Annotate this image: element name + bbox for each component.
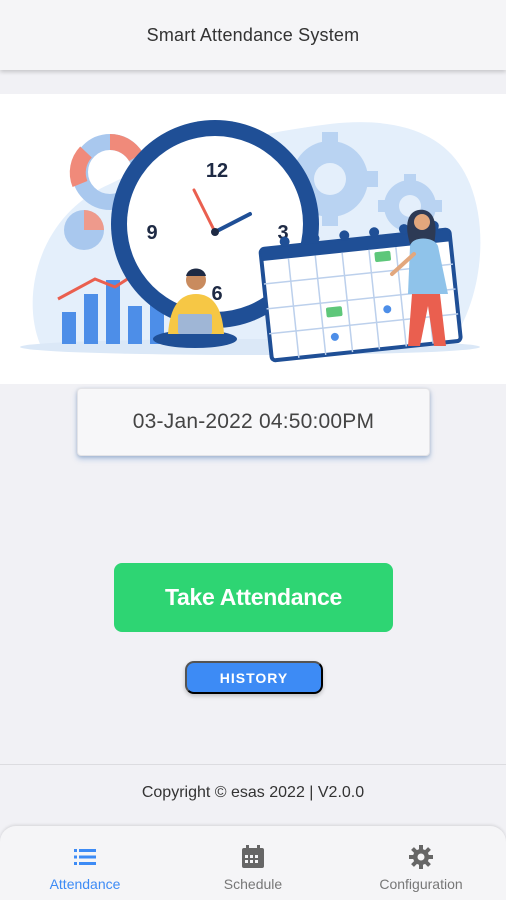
calendar-icon [240, 844, 266, 870]
nav-label-configuration: Configuration [379, 876, 463, 892]
nav-label-attendance: Attendance [49, 876, 121, 892]
app-bar: Smart Attendance System [0, 0, 506, 70]
nav-item-schedule[interactable]: Schedule [193, 826, 313, 900]
footer-divider [0, 764, 506, 765]
nav-item-configuration[interactable]: Configuration [361, 826, 481, 900]
app-title: Smart Attendance System [146, 24, 360, 45]
take-attendance-button[interactable]: Take Attendance [114, 563, 393, 632]
nav-item-attendance[interactable]: Attendance [25, 826, 145, 900]
history-button[interactable]: HISTORY [185, 661, 323, 694]
clock-number-12: 12 [206, 160, 228, 182]
hero-illustration: 12 3 6 9 [0, 94, 506, 384]
gear-icon [408, 844, 434, 870]
clock-number-9: 9 [146, 222, 157, 244]
datetime-value: 03-Jan-2022 04:50:00PM [132, 410, 375, 433]
bottom-navigation: Attendance Schedule Configuration [0, 826, 506, 900]
list-icon [72, 844, 98, 870]
copyright-text: Copyright © esas 2022 | V2.0.0 [141, 784, 365, 801]
datetime-display: 03-Jan-2022 04:50:00PM [77, 388, 430, 456]
clock-calendar-illustration: 12 3 6 9 [20, 120, 481, 363]
nav-label-schedule: Schedule [223, 876, 283, 892]
